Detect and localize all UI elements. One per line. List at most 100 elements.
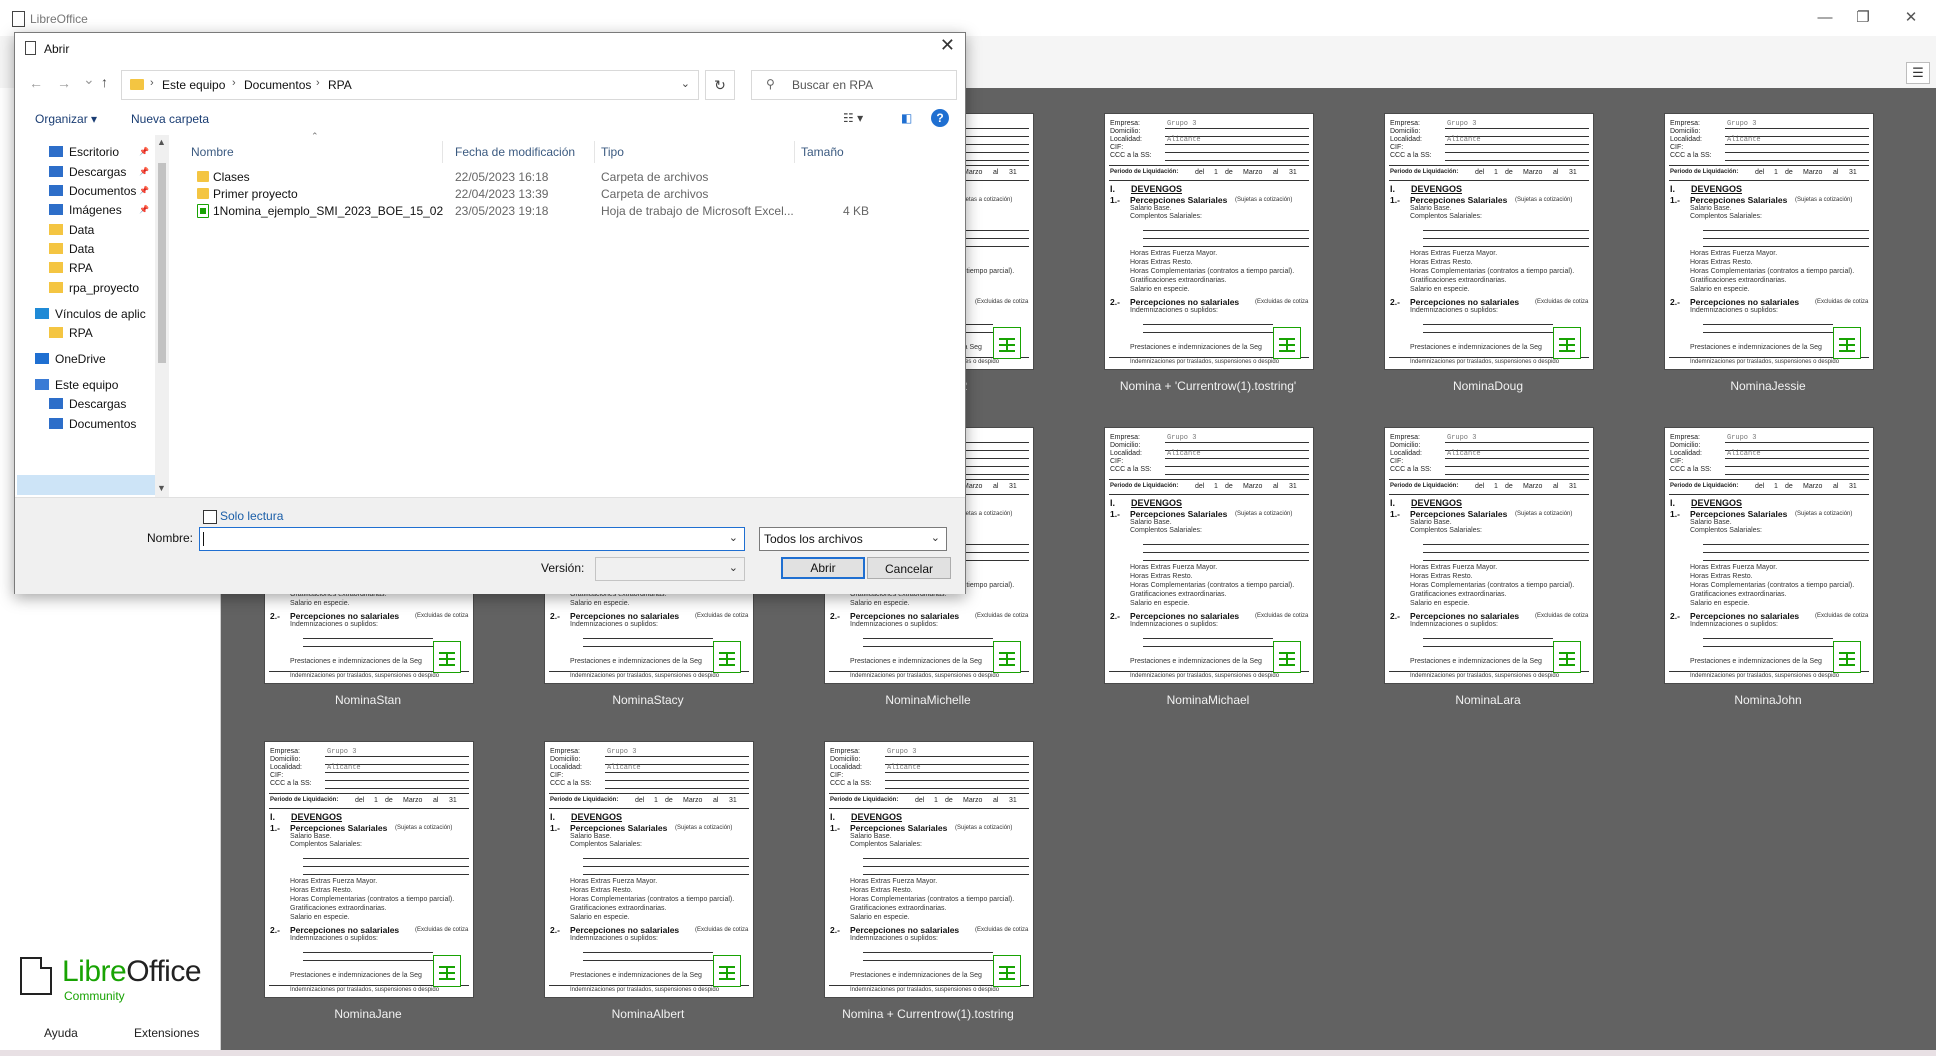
text-caret bbox=[203, 532, 204, 546]
maximize-button[interactable]: ❐ bbox=[1852, 8, 1874, 28]
doc-field-line bbox=[1445, 442, 1589, 443]
document-thumbnail-label[interactable]: NominaStan bbox=[228, 693, 508, 707]
scrollbar-thumb[interactable] bbox=[158, 163, 166, 363]
hamburger-menu-icon[interactable]: ☰ bbox=[1906, 62, 1930, 84]
doc-devengos-num: I. bbox=[270, 812, 276, 822]
document-thumbnail-label[interactable]: NominaLara bbox=[1348, 693, 1628, 707]
nav-scrollbar[interactable]: ▲ ▼ bbox=[155, 135, 169, 497]
nav-item[interactable]: RPA bbox=[49, 261, 93, 275]
document-thumbnail[interactable]: Empresa: Grupo 3 Domicilio:Localidad: Alica… bbox=[1664, 427, 1874, 684]
cancel-button[interactable]: Cancelar bbox=[867, 557, 951, 579]
nav-item[interactable]: rpa_proyecto bbox=[49, 281, 139, 295]
preview-pane-icon[interactable]: ◧ bbox=[901, 111, 912, 125]
minimize-button[interactable]: — bbox=[1814, 8, 1836, 28]
folder-icon bbox=[197, 171, 209, 182]
nav-item[interactable]: Descargas bbox=[49, 165, 126, 179]
column-header-type[interactable]: Tipo bbox=[595, 141, 795, 163]
up-arrow-icon[interactable]: ↑ bbox=[101, 74, 108, 90]
nav-item[interactable]: Documentos bbox=[49, 417, 136, 431]
nav-item[interactable]: Data bbox=[49, 223, 94, 237]
document-thumbnail[interactable]: Empresa: Grupo 3 Domicilio:Localidad: Alica… bbox=[1104, 113, 1314, 370]
doc-percepciones-no-salariales: Percepciones no salariales bbox=[1690, 297, 1800, 307]
back-arrow-icon[interactable]: ← bbox=[29, 75, 43, 91]
nav-item[interactable]: RPA bbox=[49, 326, 93, 340]
extensions-button[interactable]: Extensiones bbox=[134, 1026, 199, 1040]
dialog-close-icon[interactable]: ✕ bbox=[940, 35, 955, 56]
nav-item[interactable]: Imágenes bbox=[49, 203, 122, 217]
doc-field-label: Empresa: bbox=[1670, 434, 1700, 441]
doc-percepciones-no-salariales: Percepciones no salariales bbox=[850, 611, 960, 621]
close-window-button[interactable]: ✕ bbox=[1900, 8, 1922, 28]
column-header-date[interactable]: Fecha de modificación bbox=[449, 141, 595, 163]
document-thumbnail[interactable]: Empresa: Grupo 3 Domicilio:Localidad: Alica… bbox=[544, 741, 754, 998]
nav-item-label: Data bbox=[69, 223, 95, 237]
document-thumbnail-label[interactable]: NominaJohn bbox=[1628, 693, 1908, 707]
doc-periodo: Periodo de Liquidación: bbox=[1670, 483, 1739, 489]
scroll-down-icon[interactable]: ▼ bbox=[157, 483, 166, 493]
folder-icon bbox=[49, 204, 63, 215]
chevron-down-icon[interactable]: ⌄ bbox=[931, 531, 940, 544]
open-button[interactable]: Abrir bbox=[781, 557, 865, 579]
search-input[interactable]: Buscar en RPA bbox=[792, 78, 873, 92]
breadcrumb-documentos[interactable]: Documentos bbox=[244, 78, 311, 92]
doc-field-label: CIF: bbox=[1390, 144, 1404, 151]
document-thumbnail-label[interactable]: Nomina + Currentrow(1).tostring bbox=[788, 1007, 1068, 1021]
nav-item[interactable]: OneDrive bbox=[35, 352, 106, 366]
document-thumbnail-label[interactable]: NominaJane bbox=[228, 1007, 508, 1021]
nav-item[interactable]: Documentos bbox=[49, 184, 136, 198]
document-thumbnail[interactable]: Empresa: Grupo 3 Domicilio:Localidad: Alica… bbox=[264, 741, 474, 998]
scroll-up-icon[interactable]: ▲ bbox=[157, 137, 166, 147]
search-box[interactable]: ⚲ Buscar en RPA bbox=[751, 70, 957, 100]
folder-icon bbox=[35, 308, 49, 319]
doc-field-label: Localidad: bbox=[1670, 450, 1702, 457]
document-thumbnail-label[interactable]: NominaMichael bbox=[1068, 693, 1348, 707]
document-thumbnail-label[interactable]: Nomina + 'Currentrow(1).tostring' bbox=[1068, 379, 1348, 393]
refresh-icon[interactable]: ↻ bbox=[705, 70, 735, 100]
document-thumbnail[interactable]: Empresa: Grupo 3 Domicilio:Localidad: Alica… bbox=[1384, 427, 1594, 684]
doc-field-label: Localidad: bbox=[1390, 136, 1422, 143]
document-thumbnail-label[interactable]: NominaJessie bbox=[1628, 379, 1908, 393]
calc-spreadsheet-icon bbox=[993, 955, 1021, 987]
chevron-down-icon[interactable]: ⌄ bbox=[729, 531, 738, 544]
doc-devengos-num: I. bbox=[1670, 184, 1676, 194]
help-icon[interactable]: ? bbox=[931, 109, 949, 127]
doc-percepciones-no-salariales: Percepciones no salariales bbox=[1130, 297, 1240, 307]
document-thumbnail[interactable]: Empresa: Grupo 3 Domicilio:Localidad: Alica… bbox=[824, 741, 1034, 998]
document-thumbnail-label[interactable]: NominaStacy bbox=[508, 693, 788, 707]
read-only-checkbox[interactable] bbox=[203, 510, 217, 524]
document-thumbnail[interactable]: Empresa: Grupo 3 Domicilio:Localidad: Alica… bbox=[1104, 427, 1314, 684]
chevron-down-icon[interactable]: ⌄ bbox=[729, 561, 738, 574]
column-header-name[interactable]: Nombre bbox=[185, 141, 443, 163]
nav-item[interactable]: Vínculos de aplic bbox=[35, 307, 146, 321]
column-header-size[interactable]: Tamaño bbox=[795, 141, 875, 163]
file-type-filter[interactable]: Todos los archivos ⌄ bbox=[759, 527, 947, 551]
new-folder-button[interactable]: Nueva carpeta bbox=[131, 112, 209, 126]
breadcrumb-rpa[interactable]: RPA bbox=[328, 78, 352, 92]
recent-locations-icon[interactable]: ⌄ bbox=[83, 71, 95, 88]
nav-item[interactable]: Descargas bbox=[49, 397, 126, 411]
version-select[interactable]: ⌄ bbox=[595, 557, 745, 581]
doc-field-label: Domicilio: bbox=[550, 756, 581, 763]
doc-field-value: Grupo 3 bbox=[1167, 434, 1197, 442]
doc-field-label: CCC a la SS: bbox=[1110, 466, 1152, 473]
document-thumbnail-label[interactable]: NominaDoug bbox=[1348, 379, 1628, 393]
breadcrumb-este-equipo[interactable]: Este equipo bbox=[162, 78, 225, 92]
file-row[interactable]: 1Nomina_ejemplo_SMI_2023_BOE_15_02 23/05/… bbox=[191, 201, 881, 221]
doc-field-line bbox=[1445, 160, 1589, 161]
chevron-down-icon[interactable]: ⌄ bbox=[681, 77, 690, 90]
document-thumbnail-label[interactable]: NominaAlbert bbox=[508, 1007, 788, 1021]
document-thumbnail[interactable]: Empresa: Grupo 3 Domicilio:Localidad: Alica… bbox=[1664, 113, 1874, 370]
filename-field[interactable]: ⌄ bbox=[199, 527, 745, 551]
view-options-icon[interactable]: ☷ ▾ bbox=[843, 111, 863, 125]
doc-periodo: Periodo de Liquidación: bbox=[1390, 483, 1459, 489]
read-only-label[interactable]: Solo lectura bbox=[220, 509, 283, 523]
nav-item[interactable]: Escritorio bbox=[49, 145, 119, 159]
nav-item[interactable]: Este equipo bbox=[35, 378, 118, 392]
document-thumbnail-label[interactable]: NominaMichelle bbox=[788, 693, 1068, 707]
forward-arrow-icon[interactable]: → bbox=[57, 75, 71, 91]
organize-button[interactable]: Organizar ▾ bbox=[35, 112, 97, 126]
address-bar[interactable]: › Este equipo › Documentos › RPA ⌄ bbox=[121, 70, 699, 100]
nav-item[interactable]: Data bbox=[49, 242, 94, 256]
help-button[interactable]: Ayuda bbox=[44, 1026, 78, 1040]
document-thumbnail[interactable]: Empresa: Grupo 3 Domicilio:Localidad: Alica… bbox=[1384, 113, 1594, 370]
